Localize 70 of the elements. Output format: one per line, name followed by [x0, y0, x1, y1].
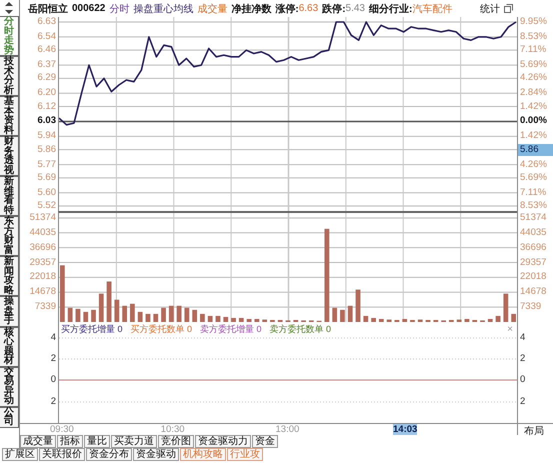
header-label: 净挂净数 [231, 2, 272, 16]
volume-label: 7339 [520, 301, 542, 314]
field-value: 6.63 [298, 3, 318, 14]
legend-text: 卖方委托数单 0 [270, 323, 332, 336]
volume-label: 36696 [30, 242, 56, 254]
legend-text: 买方委托增量 0 [61, 323, 123, 336]
legend-text: 卖方委托增量 0 [200, 323, 262, 336]
price-label: 6.63 [38, 16, 56, 28]
indicator-label: 2 [520, 396, 526, 408]
percent-label: 2.84% [520, 87, 547, 100]
percent-label: 4.26% [520, 72, 547, 84]
indicator-label: 4 [50, 332, 56, 344]
volume-label: 51374 [30, 212, 56, 224]
time-label: 13:00 [276, 424, 300, 435]
header-label: 分时 [109, 2, 130, 16]
percent-label: 8.53% [520, 200, 547, 212]
price-label: 5.94 [38, 130, 56, 142]
field-value: 5.43 [346, 3, 365, 14]
indicator-label: 2 [50, 353, 56, 365]
volume-label: 14678 [520, 286, 546, 298]
price-label: 5.86 [38, 144, 56, 156]
cursor-time: 14:03 [393, 424, 418, 435]
volume-label: 29357 [520, 256, 546, 269]
percent-label: 9.95% [520, 16, 547, 28]
time-label: 10:30 [160, 424, 185, 435]
percent-label: 0.00% [520, 115, 547, 128]
header-label: 操盘重心均线 [133, 2, 194, 16]
volume-label: 22018 [520, 271, 546, 284]
indicator-label: 0 [50, 374, 56, 386]
price-label: 6.03 [38, 115, 56, 128]
price-label: 6.12 [38, 100, 56, 113]
percent-label: 4.26% [520, 158, 547, 171]
header-label: 000622 [72, 3, 106, 14]
volume-label: 44035 [30, 226, 56, 239]
percent-label: 5.69% [520, 172, 547, 184]
indicator-label: 0 [520, 374, 526, 386]
volume-label: 44035 [520, 226, 546, 239]
price-label: 6.37 [38, 59, 56, 72]
cursor-price: 5.86 [518, 144, 553, 156]
percent-label: 7.11% [520, 186, 546, 199]
volume-label: 14678 [30, 286, 56, 298]
percent-label: 1.42% [520, 100, 547, 113]
legend-text: 买方委托数单 0 [130, 323, 192, 336]
price-label: 6.20 [38, 87, 56, 100]
percent-label: 7.11% [520, 44, 546, 56]
volume-label: 7339 [34, 301, 56, 314]
percent-label: 5.69% [520, 59, 547, 72]
field-label: 跌停: [322, 2, 346, 16]
field-label: 涨停: [275, 2, 299, 16]
percent-label: 8.53% [520, 30, 547, 43]
price-label: 5.77 [38, 158, 56, 171]
time-label: 09:30 [50, 424, 74, 435]
price-label: 6.46 [38, 44, 56, 56]
volume-label: 36696 [520, 242, 546, 254]
percent-label: 1.42% [520, 130, 547, 142]
price-label: 5.69 [38, 172, 56, 184]
indicator-label: 4 [520, 332, 526, 344]
price-label: 6.54 [38, 30, 56, 43]
volume-label: 29357 [30, 256, 56, 269]
price-label: 6.29 [38, 72, 56, 84]
price-label: 5.60 [38, 186, 56, 199]
field-value: 汽车配件 [412, 2, 452, 16]
volume-label: 22018 [30, 271, 56, 284]
header-label: 岳阳恒立 [28, 2, 68, 16]
price-label: 5.52 [38, 200, 56, 212]
indicator-label: 2 [520, 353, 526, 365]
header-label: 成交量 [197, 2, 228, 16]
field-label: 细分行业: [369, 2, 412, 16]
volume-label: 51374 [520, 212, 546, 224]
indicator-label: 2 [50, 396, 56, 408]
